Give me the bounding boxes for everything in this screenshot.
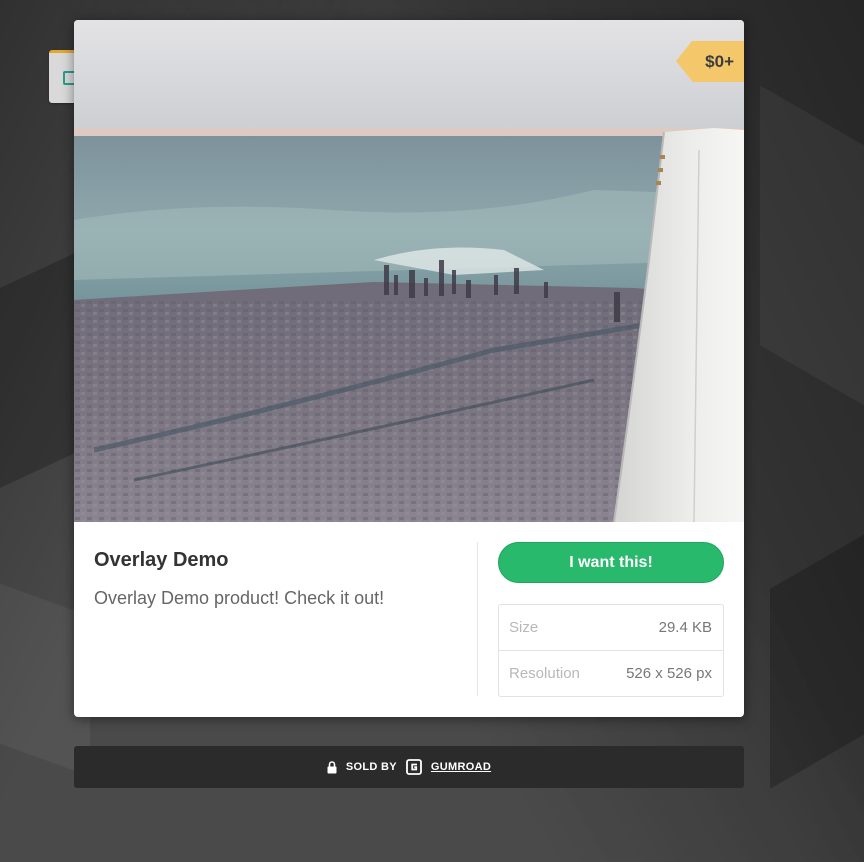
product-title: Overlay Demo bbox=[94, 549, 229, 571]
background-facet bbox=[770, 531, 864, 789]
gumroad-link[interactable]: GUMROAD bbox=[431, 761, 491, 773]
detail-key: Size bbox=[509, 619, 539, 636]
product-preview-image bbox=[74, 20, 744, 522]
detail-row-resolution: Resolution 526 x 526 px bbox=[499, 650, 723, 696]
product-card: $0+ Overlay Demo Overlay Demo product! C… bbox=[74, 20, 744, 717]
detail-key: Resolution bbox=[509, 665, 580, 682]
product-description: Overlay Demo product! Check it out! bbox=[94, 588, 385, 608]
price-tag: $0+ bbox=[676, 41, 744, 82]
lock-icon bbox=[327, 760, 337, 773]
background-facet bbox=[760, 85, 864, 415]
sold-by-bar: SOLD BY GUMROAD bbox=[74, 746, 744, 788]
divider bbox=[477, 542, 478, 696]
sold-by-label: SOLD BY bbox=[345, 761, 397, 773]
detail-value: 526 x 526 px bbox=[626, 665, 712, 682]
detail-value: 29.4 KB bbox=[658, 619, 712, 636]
buy-button[interactable]: I want this! bbox=[498, 542, 724, 583]
gumroad-logo-icon bbox=[406, 759, 422, 775]
product-info: Overlay Demo Overlay Demo product! Check… bbox=[94, 542, 474, 610]
product-details-table: Size 29.4 KB Resolution 526 x 526 px bbox=[498, 604, 724, 697]
detail-row-size: Size 29.4 KB bbox=[499, 605, 723, 650]
